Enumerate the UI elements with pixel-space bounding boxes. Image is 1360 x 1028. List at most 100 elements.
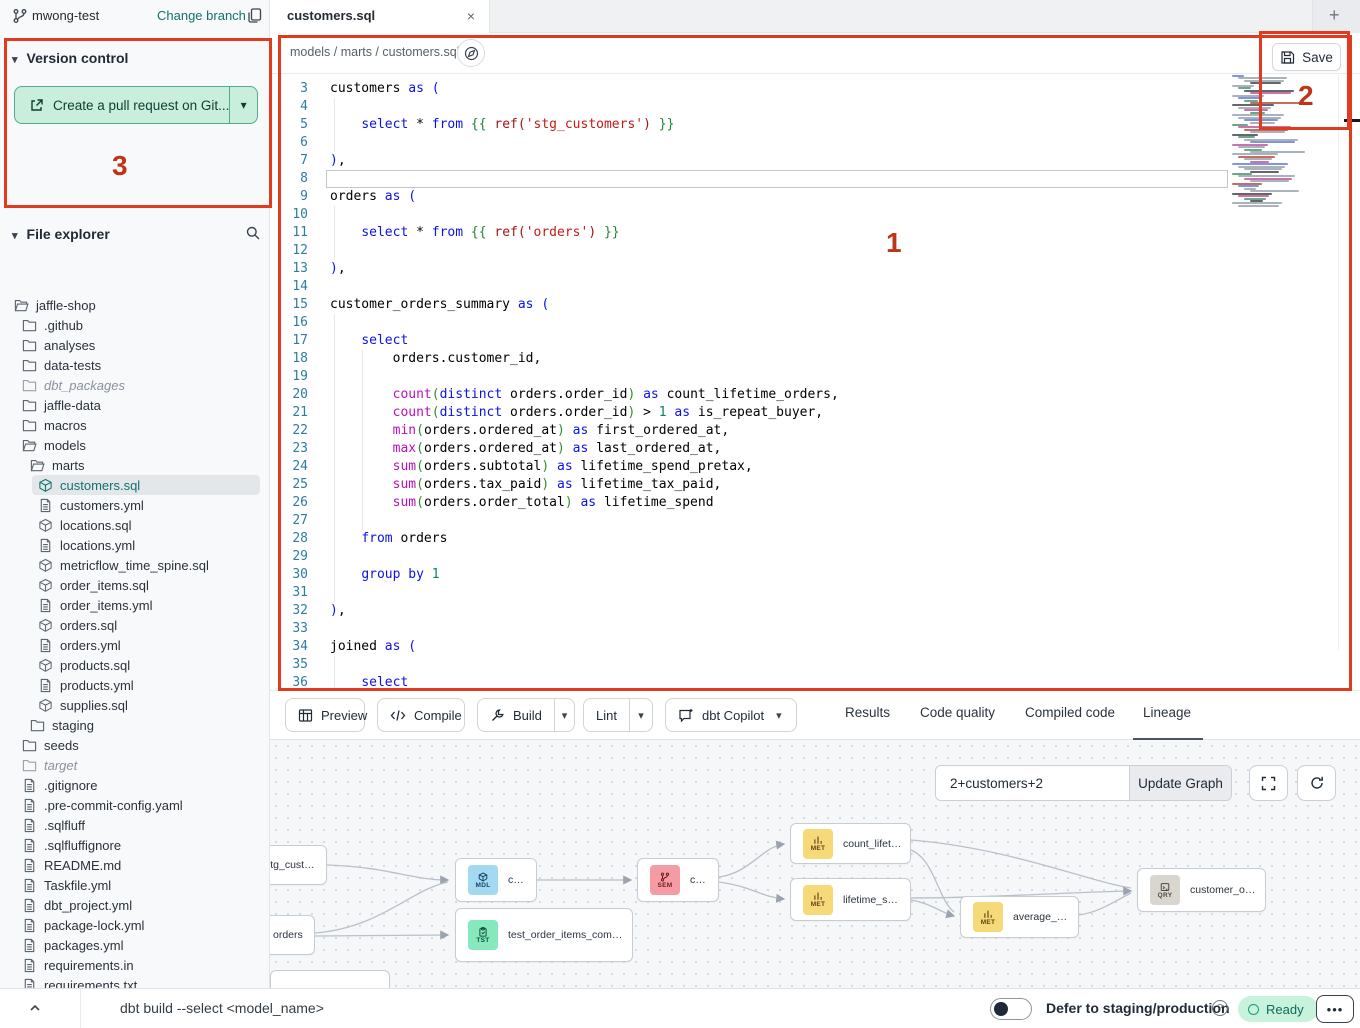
code-line-23[interactable]: 23 max(orders.ordered_at) as last_ordere… [270,440,1360,458]
file-tree-item-packages.yml[interactable]: packages.yml [22,935,123,955]
new-tab-button[interactable]: + [1329,5,1340,26]
lineage-selector-input[interactable]: 2+customers+2 [936,766,1129,800]
file-tree-item-locations.sql[interactable]: locations.sql [38,515,132,535]
lint-dropdown-chevron[interactable]: ▾ [629,699,652,731]
expand-command-icon[interactable] [28,1001,42,1015]
code-line-4[interactable]: 4 [270,98,1360,116]
code-area[interactable]: 23customers as (45 select * from {{ ref(… [270,74,1360,690]
file-tree-item-products.sql[interactable]: products.sql [38,655,130,675]
file-tree-item-order_items.sql[interactable]: order_items.sql [38,575,149,595]
save-button[interactable]: Save [1272,43,1341,71]
tab-lineage[interactable]: Lineage [1143,705,1191,720]
file-tree-item-customers.sql[interactable]: customers.sql [38,475,140,495]
file-tree-item-supplies.sql[interactable]: supplies.sql [38,695,128,715]
code-line-13[interactable]: 13), [270,260,1360,278]
build-split-button[interactable]: Build ▾ [477,698,575,732]
file-tree-item-data-tests[interactable]: data-tests [22,355,101,375]
file-tree-item-dbt_project.yml[interactable]: dbt_project.yml [22,895,132,915]
code-line-19[interactable]: 19 [270,368,1360,386]
command-input[interactable]: dbt build --select <model_name> [120,1000,324,1016]
dbt-copilot-button[interactable]: dbt Copilot ▾ [665,698,797,732]
pr-dropdown-chevron[interactable]: ▾ [229,87,257,123]
lineage-node-test_order_items_compute_to_bools...[interactable]: TSTtest_order_items_compute_to_bools... [455,908,633,962]
code-line-6[interactable]: 6 [270,134,1360,152]
lineage-node-partial[interactable] [270,970,390,988]
search-icon[interactable] [245,225,261,241]
code-line-32[interactable]: 32), [270,602,1360,620]
code-line-14[interactable]: 14 [270,278,1360,296]
code-line-34[interactable]: 34joined as ( [270,638,1360,656]
panel-resize-handle[interactable] [1344,119,1360,122]
tab-customers-sql[interactable]: customers.sql × [270,0,490,33]
lineage-node-count_lifetime_orders[interactable]: METcount_lifetime_orders [790,823,911,864]
code-line-24[interactable]: 24 sum(orders.subtotal) as lifetime_spen… [270,458,1360,476]
file-tree-item-models[interactable]: models [22,435,86,455]
code-line-16[interactable]: 16 [270,314,1360,332]
file-tree-item-orders.sql[interactable]: orders.sql [38,615,117,635]
file-tree-item-.github[interactable]: .github [22,315,83,335]
code-line-11[interactable]: 11 select * from {{ ref('orders') }} [270,224,1360,242]
code-line-15[interactable]: 15customer_orders_summary as ( [270,296,1360,314]
code-line-22[interactable]: 22 min(orders.ordered_at) as first_order… [270,422,1360,440]
file-tree-item-jaffle-shop[interactable]: jaffle-shop [14,295,96,315]
file-explorer-header[interactable]: ▾File explorer [12,226,110,242]
refresh-button[interactable] [1297,765,1336,801]
file-tree-item-.pre-commit-config.yaml[interactable]: .pre-commit-config.yaml [22,795,183,815]
more-options-button[interactable]: ••• [1316,995,1354,1023]
compile-button[interactable]: Compile [377,698,465,732]
tab-code-quality[interactable]: Code quality [920,705,995,720]
create-pull-request-button[interactable]: Create a pull request on Git... ▾ [14,86,258,124]
file-tree-item-order_items.yml[interactable]: order_items.yml [38,595,152,615]
code-line-20[interactable]: 20 count(distinct orders.order_id) as co… [270,386,1360,404]
code-line-12[interactable]: 12 [270,242,1360,260]
tab-results[interactable]: Results [845,705,890,720]
fullscreen-button[interactable] [1249,765,1288,801]
file-tree-item-metricflow_time_spine.sql[interactable]: metricflow_time_spine.sql [38,555,209,575]
file-tree-item-jaffle-data[interactable]: jaffle-data [22,395,101,415]
version-control-header[interactable]: ▾Version control [12,50,128,66]
code-line-3[interactable]: 3customers as ( [270,80,1360,98]
file-tree-item-staging[interactable]: staging [30,715,94,735]
code-line-5[interactable]: 5 select * from {{ ref('stg_customers') … [270,116,1360,134]
lineage-node-lifetime_spend_pretax[interactable]: METlifetime_spend_pretax [790,878,911,921]
minimap[interactable] [1232,75,1318,210]
code-line-25[interactable]: 25 sum(orders.tax_paid) as lifetime_tax_… [270,476,1360,494]
file-tree-item-locations.yml[interactable]: locations.yml [38,535,135,555]
file-tree-item-analyses[interactable]: analyses [22,335,95,355]
lint-split-button[interactable]: Lint ▾ [583,698,653,732]
update-graph-button[interactable]: Update Graph [1129,766,1231,800]
file-tree-item-README.md[interactable]: README.md [22,855,121,875]
defer-toggle[interactable] [990,998,1032,1020]
code-line-7[interactable]: 7), [270,152,1360,170]
file-tree-item-marts[interactable]: marts [30,455,85,475]
change-branch-link[interactable]: Change branch [157,8,246,23]
preview-button[interactable]: Preview [285,698,365,732]
file-tree-item-.sqlfluffignore[interactable]: .sqlfluffignore [22,835,121,855]
file-tree-item-dbt_packages[interactable]: dbt_packages [22,375,125,395]
file-tree-item-customers.yml[interactable]: customers.yml [38,495,144,515]
code-line-9[interactable]: 9orders as ( [270,188,1360,206]
code-line-17[interactable]: 17 select [270,332,1360,350]
file-tree-item-macros[interactable]: macros [22,415,87,435]
file-tree-item-target[interactable]: target [22,755,77,775]
build-dropdown-chevron[interactable]: ▾ [554,699,574,731]
code-line-18[interactable]: 18 orders.customer_id, [270,350,1360,368]
code-line-21[interactable]: 21 count(distinct orders.order_id) > 1 a… [270,404,1360,422]
file-tree-item-requirements.in[interactable]: requirements.in [22,955,134,975]
code-line-36[interactable]: 36 select [270,674,1360,690]
code-line-31[interactable]: 31 [270,584,1360,602]
code-line-8[interactable]: 8 [270,170,1360,188]
lineage-node-average_order_value[interactable]: METaverage_order_value [960,896,1079,938]
lineage-node-orders[interactable]: MDLorders [270,915,315,955]
file-tree-item-.sqlfluff[interactable]: .sqlfluff [22,815,85,835]
file-tree-item-Taskfile.yml[interactable]: Taskfile.yml [22,875,111,895]
code-line-10[interactable]: 10 [270,206,1360,224]
lineage-node-customer_order_metrics[interactable]: QRYcustomer_order_metrics [1137,868,1266,912]
code-line-30[interactable]: 30 group by 1 [270,566,1360,584]
file-tree-item-products.yml[interactable]: products.yml [38,675,134,695]
copy-icon[interactable] [246,7,263,24]
code-line-28[interactable]: 28 from orders [270,530,1360,548]
copilot-compass-button[interactable] [457,39,485,67]
file-tree-item-.gitignore[interactable]: .gitignore [22,775,97,795]
tab-compiled-code[interactable]: Compiled code [1025,705,1115,720]
